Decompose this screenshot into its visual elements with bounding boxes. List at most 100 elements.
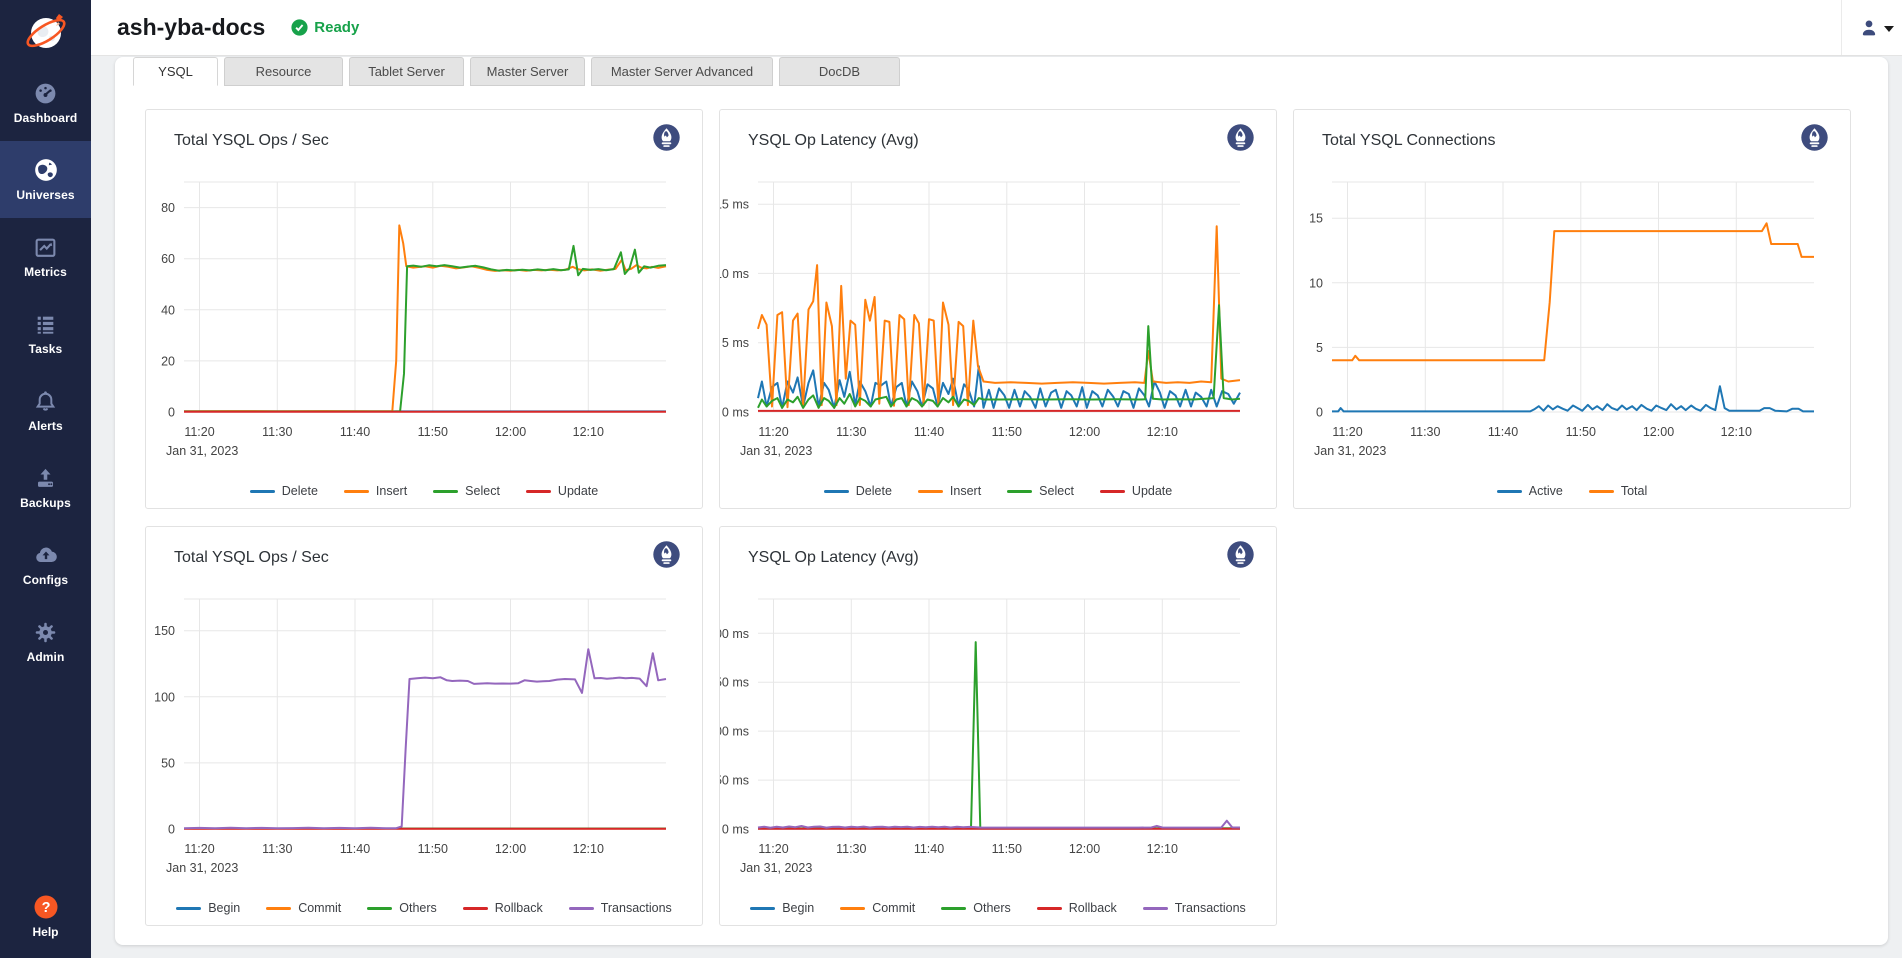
sidebar-item-universes[interactable]: Universes — [0, 141, 91, 218]
chart-card-ysql-op-latency: YSQL Op Latency (Avg) 11:2011:3011:4011:… — [719, 109, 1277, 509]
svg-text:15 ms: 15 ms — [720, 198, 749, 212]
tab-docdb[interactable]: DocDB — [779, 57, 900, 86]
chart-legend: Begin Commit Others Rollback Transactions — [720, 901, 1276, 915]
alerts-bell-icon — [33, 389, 58, 414]
svg-text:?: ? — [41, 900, 50, 916]
legend-item-delete[interactable]: Delete — [250, 484, 318, 498]
sidebar-item-help[interactable]: ? Help — [0, 874, 91, 958]
universe-globe-icon — [33, 157, 59, 183]
svg-text:150 ms: 150 ms — [720, 676, 749, 690]
svg-text:11:30: 11:30 — [1410, 425, 1440, 439]
dashboard-icon — [33, 81, 58, 106]
svg-text:11:50: 11:50 — [992, 842, 1022, 856]
legend-item-commit[interactable]: Commit — [266, 901, 341, 915]
sidebar: Dashboard Universes Metrics Tasks — [0, 0, 91, 958]
metrics-tab-bar: YSQL Resource Tablet Server Master Serve… — [115, 57, 1888, 86]
legend-item-insert[interactable]: Insert — [344, 484, 407, 498]
tab-master-server-advanced[interactable]: Master Server Advanced — [591, 57, 773, 86]
sidebar-help-label: Help — [32, 925, 58, 939]
sidebar-item-dashboard[interactable]: Dashboard — [0, 64, 91, 141]
tab-master-server[interactable]: Master Server — [470, 57, 585, 86]
legend-item-transactions[interactable]: Transactions — [569, 901, 672, 915]
svg-text:150: 150 — [154, 624, 175, 638]
sidebar-item-label: Universes — [16, 188, 74, 202]
tab-resource[interactable]: Resource — [224, 57, 343, 86]
svg-text:5: 5 — [1316, 341, 1323, 355]
sidebar-item-backups[interactable]: Backups — [0, 449, 91, 526]
user-menu[interactable] — [1841, 0, 1902, 55]
chart-legend: Begin Commit Others Rollback Transactions — [146, 901, 702, 915]
tab-tablet-server[interactable]: Tablet Server — [349, 57, 464, 86]
chart-card-total-ysql-ops-sec: Total YSQL Ops / Sec 11:2011:3011:4011:5… — [145, 109, 703, 509]
legend-item-total[interactable]: Total — [1589, 484, 1647, 498]
svg-text:11:40: 11:40 — [340, 842, 370, 856]
universe-status-badge: Ready — [291, 19, 359, 36]
svg-text:12:10: 12:10 — [1147, 842, 1178, 856]
legend-item-update[interactable]: Update — [526, 484, 598, 498]
sidebar-item-tasks[interactable]: Tasks — [0, 295, 91, 372]
svg-text:0 ms: 0 ms — [722, 406, 749, 420]
tab-ysql[interactable]: YSQL — [133, 57, 218, 86]
admin-gear-icon — [33, 620, 58, 645]
svg-text:12:10: 12:10 — [573, 842, 604, 856]
svg-text:50 ms: 50 ms — [720, 774, 749, 788]
svg-text:60: 60 — [161, 252, 175, 266]
chart-legend: Active Total — [1294, 484, 1850, 498]
svg-text:11:40: 11:40 — [1488, 425, 1518, 439]
configs-cloud-icon — [33, 542, 59, 568]
legend-item-active[interactable]: Active — [1497, 484, 1563, 498]
legend-item-select[interactable]: Select — [433, 484, 500, 498]
chart-plot: 11:2011:3011:4011:5012:0012:100 ms50 ms1… — [720, 527, 1278, 927]
sidebar-item-configs[interactable]: Configs — [0, 526, 91, 603]
svg-text:0 ms: 0 ms — [722, 823, 749, 837]
svg-text:11:30: 11:30 — [836, 842, 866, 856]
sidebar-item-alerts[interactable]: Alerts — [0, 372, 91, 449]
sidebar-item-label: Dashboard — [14, 111, 78, 125]
legend-item-rollback[interactable]: Rollback — [463, 901, 543, 915]
backups-upload-icon — [33, 466, 58, 491]
svg-text:15: 15 — [1309, 212, 1323, 226]
legend-item-select[interactable]: Select — [1007, 484, 1074, 498]
metrics-chart-icon — [33, 235, 58, 260]
charts-grid: Total YSQL Ops / Sec 11:2011:3011:4011:5… — [115, 86, 1888, 926]
svg-text:0: 0 — [168, 406, 175, 420]
svg-text:0: 0 — [168, 823, 175, 837]
help-icon: ? — [33, 894, 59, 920]
chart-card-total-ysql-transactions-ops-sec: Total YSQL Ops / Sec 11:2011:3011:4011:5… — [145, 526, 703, 926]
sidebar-item-admin[interactable]: Admin — [0, 603, 91, 680]
legend-item-begin[interactable]: Begin — [750, 901, 814, 915]
svg-text:Jan 31, 2023: Jan 31, 2023 — [740, 861, 812, 875]
tasks-list-icon — [33, 312, 58, 337]
svg-text:0: 0 — [1316, 406, 1323, 420]
svg-text:50: 50 — [161, 756, 175, 770]
svg-text:11:50: 11:50 — [418, 842, 448, 856]
svg-text:12:00: 12:00 — [495, 425, 526, 439]
sidebar-item-metrics[interactable]: Metrics — [0, 218, 91, 295]
svg-text:11:30: 11:30 — [836, 425, 866, 439]
svg-text:5 ms: 5 ms — [722, 336, 749, 350]
legend-item-insert[interactable]: Insert — [918, 484, 981, 498]
svg-text:10 ms: 10 ms — [720, 267, 749, 281]
legend-item-update[interactable]: Update — [1100, 484, 1172, 498]
chart-plot: 11:2011:3011:4011:5012:0012:10050100150J… — [146, 527, 704, 927]
svg-text:11:20: 11:20 — [758, 425, 788, 439]
svg-text:200 ms: 200 ms — [720, 627, 749, 641]
yugabyte-logo[interactable] — [0, 0, 91, 64]
chart-plot: 11:2011:3011:4011:5012:0012:10051015Jan … — [1294, 110, 1852, 510]
svg-text:11:50: 11:50 — [1566, 425, 1596, 439]
legend-item-others[interactable]: Others — [367, 901, 437, 915]
chevron-down-icon — [1884, 26, 1894, 32]
content-area: YSQL Resource Tablet Server Master Serve… — [91, 56, 1902, 958]
svg-text:11:20: 11:20 — [184, 425, 214, 439]
legend-item-transactions[interactable]: Transactions — [1143, 901, 1246, 915]
legend-item-begin[interactable]: Begin — [176, 901, 240, 915]
svg-text:11:40: 11:40 — [914, 425, 944, 439]
chart-plot: 11:2011:3011:4011:5012:0012:100 ms5 ms10… — [720, 110, 1278, 510]
universe-name-title: ash-yba-docs — [117, 14, 265, 41]
legend-item-commit[interactable]: Commit — [840, 901, 915, 915]
metrics-panel: YSQL Resource Tablet Server Master Serve… — [115, 57, 1888, 945]
legend-item-rollback[interactable]: Rollback — [1037, 901, 1117, 915]
legend-item-others[interactable]: Others — [941, 901, 1011, 915]
legend-item-delete[interactable]: Delete — [824, 484, 892, 498]
svg-text:12:00: 12:00 — [495, 842, 526, 856]
